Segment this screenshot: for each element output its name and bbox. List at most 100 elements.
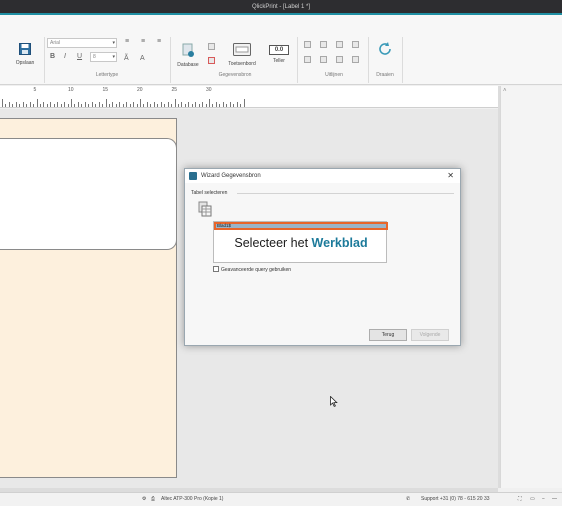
- align-left-object-icon[interactable]: [304, 56, 311, 63]
- align-bottom-icon[interactable]: [336, 41, 343, 48]
- ruler-tick: [195, 102, 197, 107]
- ruler-tick: [36, 99, 38, 107]
- ruler-tick: [5, 104, 7, 107]
- window-title: QlickPrint - [Label 1 *]: [251, 4, 311, 10]
- ruler-tick: [15, 102, 17, 107]
- phone-icon: ✆: [406, 496, 411, 502]
- italic-icon[interactable]: I: [64, 53, 66, 60]
- ruler-tick: [240, 104, 242, 107]
- align-right-object-icon[interactable]: [336, 56, 343, 63]
- next-button[interactable]: Volgende: [411, 329, 449, 341]
- app-icon: [189, 172, 197, 180]
- ruler-tick: [236, 102, 238, 107]
- close-icon[interactable]: ✕: [447, 169, 454, 183]
- advanced-query-checkbox[interactable]: Geavanceerde query gebruiken: [213, 266, 291, 273]
- keyboard-icon: [222, 43, 262, 58]
- save-button[interactable]: Opslaan: [10, 43, 40, 66]
- ruler-tick: [191, 104, 193, 107]
- chevron-up-icon[interactable]: ˄: [503, 88, 507, 94]
- settings-icon[interactable]: ⚙: [142, 493, 146, 506]
- back-button[interactable]: Terug: [369, 329, 407, 341]
- bold-icon[interactable]: B: [50, 53, 55, 60]
- ruler-tick: [184, 104, 186, 107]
- ruler-tick: [105, 99, 107, 107]
- chevron-down-icon: ▾: [112, 40, 115, 46]
- rotate-icon: [374, 41, 396, 59]
- align-left-icon[interactable]: ≡: [125, 38, 129, 45]
- align-center-icon[interactable]: ≡: [141, 38, 145, 45]
- ruler-tick: [209, 99, 210, 107]
- wrap-text-icon[interactable]: Ã: [124, 55, 129, 62]
- ruler-tick: [46, 104, 48, 107]
- separator: [44, 37, 45, 83]
- fit-width-icon[interactable]: ▭: [530, 493, 535, 506]
- grow-font-icon[interactable]: A: [140, 55, 145, 62]
- ruler-tick: [171, 104, 173, 107]
- counter-button[interactable]: 0.0 Teller: [265, 45, 293, 64]
- ruler-tick: [8, 102, 10, 107]
- ruler-tick: [91, 102, 93, 107]
- keyboard-button[interactable]: Toetsenbord: [222, 43, 262, 67]
- zoom-out-icon[interactable]: −: [542, 493, 545, 506]
- align-top-icon[interactable]: [304, 41, 311, 48]
- ruler-tick: [95, 104, 97, 107]
- ruler-tick: [215, 102, 217, 107]
- ruler-tick: [33, 104, 35, 107]
- ruler-tick: [50, 102, 52, 107]
- ruler-tick: [60, 104, 62, 107]
- font-name-select[interactable]: Arial ▾: [47, 38, 117, 48]
- ruler-tick: [115, 104, 117, 107]
- align-right-icon[interactable]: ≡: [157, 38, 161, 45]
- ruler-tick: [57, 102, 59, 107]
- ruler-tick: [188, 102, 190, 107]
- ruler-tick: [174, 99, 176, 107]
- ruler-tick: [153, 102, 155, 107]
- ruler-tick: [26, 104, 28, 107]
- dialog-title-bar: Wizard Gegevensbron ✕: [185, 169, 460, 183]
- ruler-tick: [157, 104, 159, 107]
- distribute-vertical-icon[interactable]: [352, 41, 359, 48]
- ribbon: Opslaan Arial ▾ 8 ▾ B I U ≡ ≡ ≡ Ã A Letter…: [0, 15, 562, 85]
- ruler-tick: [181, 102, 183, 107]
- rotate-button[interactable]: [374, 41, 396, 62]
- ruler-tick: [219, 104, 221, 107]
- font-size-select[interactable]: 8 ▾: [90, 52, 117, 62]
- database-button[interactable]: Database: [173, 43, 203, 68]
- ruler-tick: [98, 102, 100, 107]
- dialog-title: Wizard Gegevensbron: [201, 173, 261, 179]
- datasource-wizard-dialog: Wizard Gegevensbron ✕ Tabel selecteren B…: [184, 168, 461, 346]
- sheet-list[interactable]: Blad1$ Selecteer het Werkblad: [213, 221, 388, 263]
- zoom-slider[interactable]: —: [552, 493, 557, 506]
- sheet-list-item-selected[interactable]: Blad1$: [214, 222, 388, 230]
- printer-icon[interactable]: ⎙: [151, 493, 155, 506]
- ruler-tick: [102, 104, 104, 107]
- title-bar: QlickPrint - [Label 1 *]: [0, 0, 562, 15]
- distribute-horizontal-icon[interactable]: [352, 56, 359, 63]
- separator: [170, 37, 171, 83]
- ruler-tick: [2, 99, 3, 107]
- remove-source-icon[interactable]: [208, 57, 215, 64]
- align-middle-icon[interactable]: [320, 41, 327, 48]
- properties-panel: [500, 86, 562, 488]
- counter-icon: 0.0: [269, 45, 289, 55]
- mouse-cursor-icon: [330, 395, 338, 409]
- label-outline[interactable]: [0, 138, 177, 250]
- ruler-tick: [233, 104, 235, 107]
- support-text: Support +31 (0) 78 - 615 20 33: [421, 496, 490, 502]
- ruler-tick: [129, 104, 131, 107]
- fit-page-icon[interactable]: ⛶: [518, 493, 522, 506]
- divider: [237, 193, 454, 194]
- ruler-tick: [77, 102, 79, 107]
- variable-icon[interactable]: [208, 43, 215, 50]
- status-bar: ⚙ ⎙ Altec ATP-300 Pro (Kopie 1) ✆ Suppor…: [0, 492, 562, 506]
- ruler-tick: [167, 102, 169, 107]
- ruler-tick: [74, 104, 76, 107]
- checkbox-icon[interactable]: [213, 266, 219, 272]
- underline-icon[interactable]: U: [77, 53, 82, 60]
- ruler-tick: [229, 102, 231, 107]
- align-center-object-icon[interactable]: [320, 56, 327, 63]
- ruler-tick: [122, 104, 124, 107]
- ruler-tick: [39, 104, 41, 107]
- ruler-tick: [205, 104, 207, 107]
- ruler-tick: [202, 102, 204, 107]
